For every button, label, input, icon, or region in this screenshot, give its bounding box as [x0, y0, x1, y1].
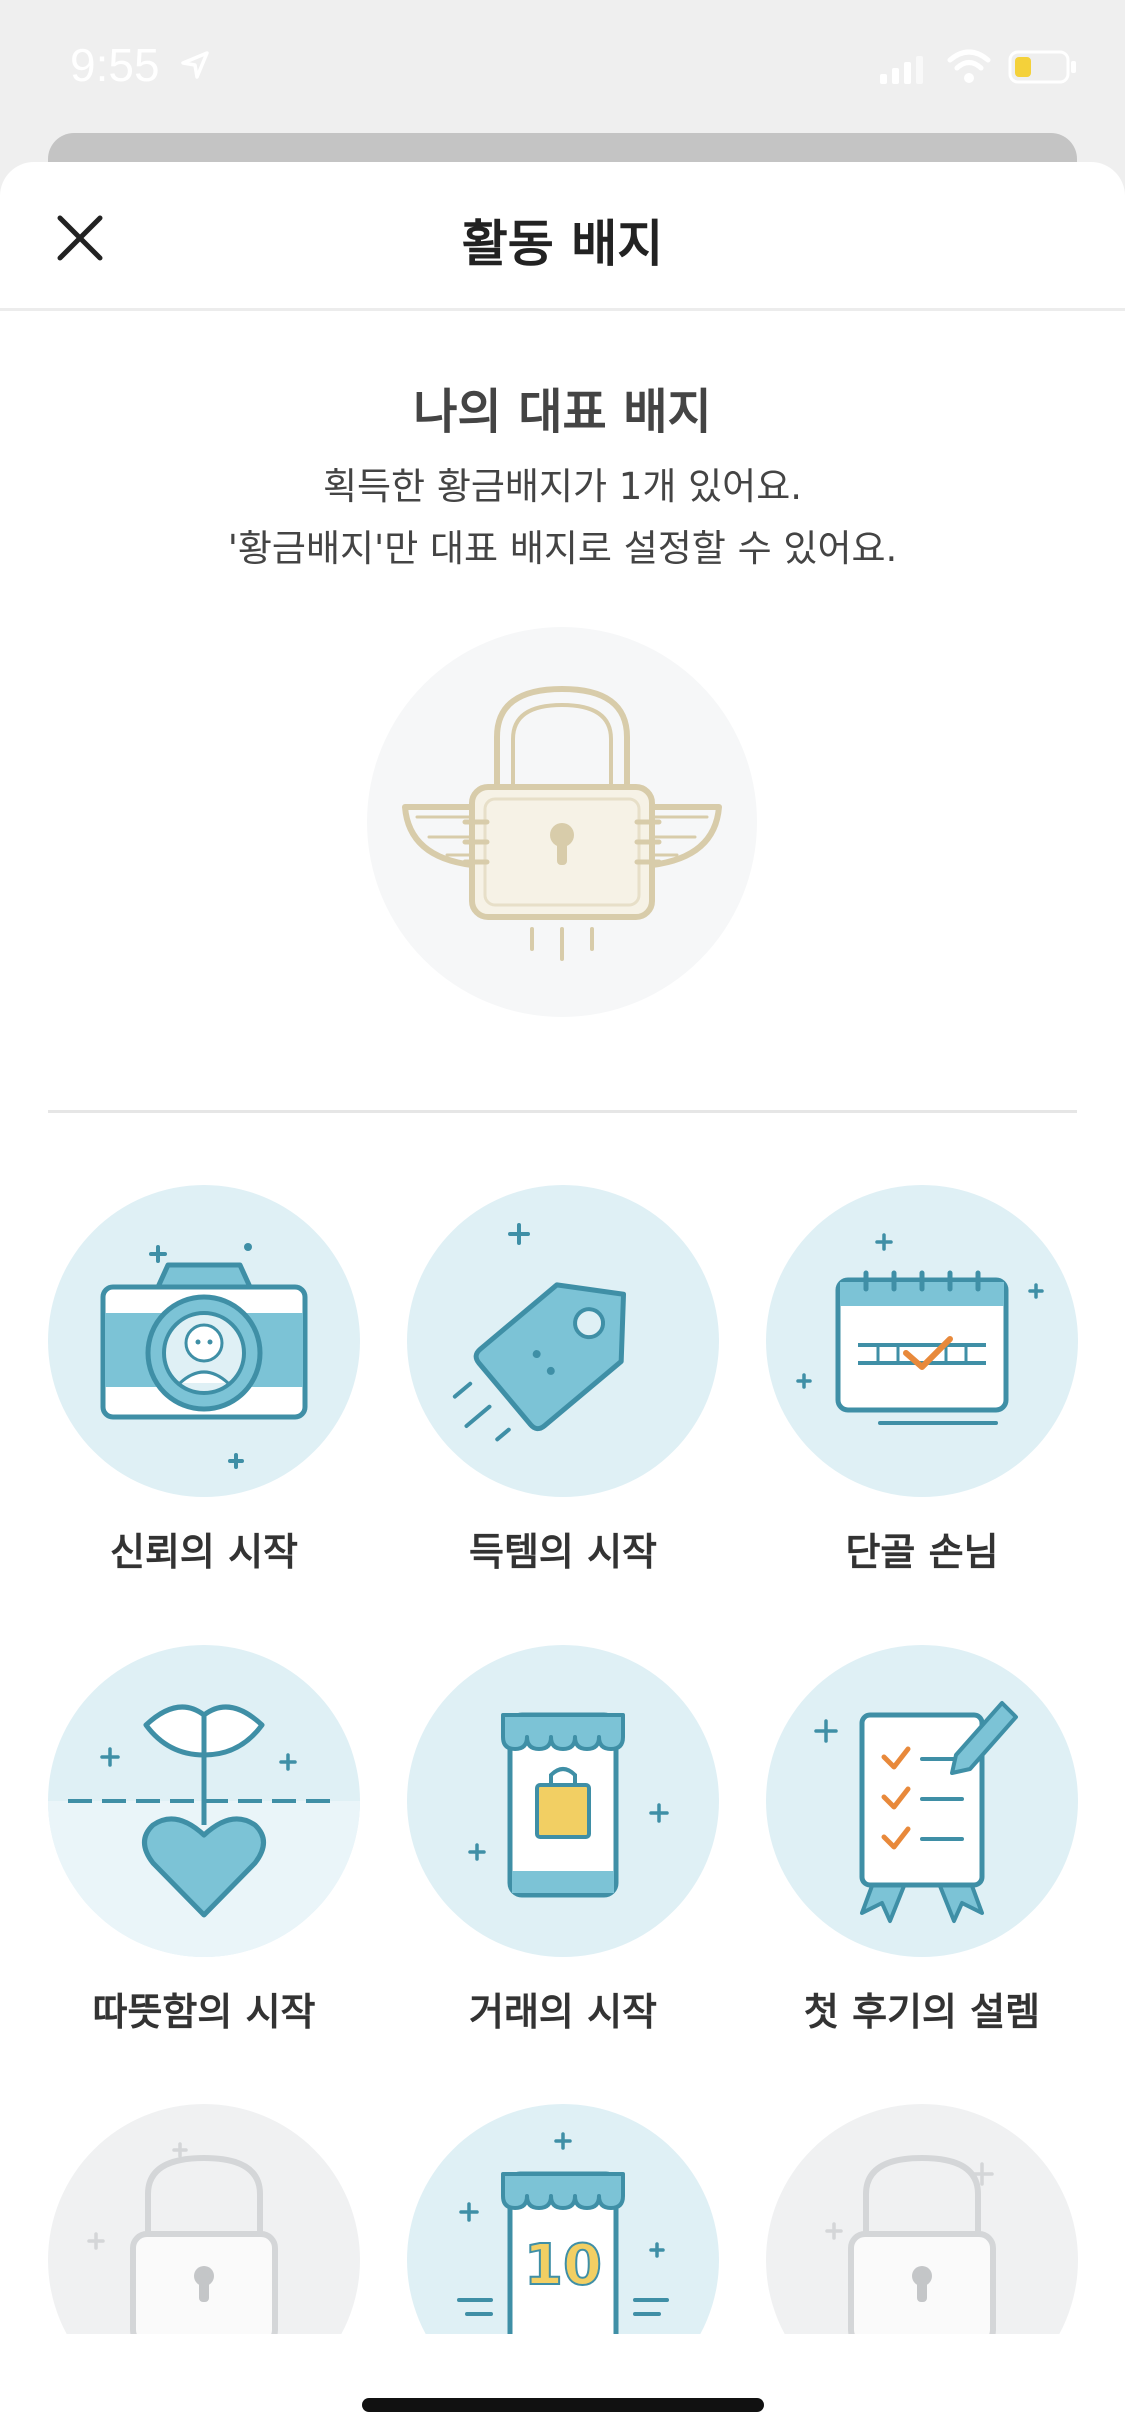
- page-title: 활동 배지: [461, 215, 664, 273]
- activity-badges-sheet: 활동 배지 나의 대표 배지 획득한 황금배지가 1개 있어요. '황금배지'만…: [0, 162, 1125, 2436]
- section-divider: [48, 1110, 1077, 1113]
- badge-label: 따뜻함의 시작: [92, 1990, 316, 2034]
- camera-icon: [48, 1185, 360, 1497]
- sprout-heart-icon: [48, 1645, 360, 1957]
- badge-label: 득템의 시작: [468, 1530, 658, 1574]
- signal-icon: [880, 56, 923, 84]
- svg-text:10: 10: [524, 2233, 602, 2298]
- winged-lock-icon[interactable]: [367, 627, 757, 1017]
- badge-trade-start[interactable]: 거래의 시작: [407, 1645, 719, 2036]
- badge-trust-start[interactable]: 신뢰의 시작: [48, 1185, 360, 1576]
- calendar-icon: [766, 1185, 1078, 1497]
- description-line-1: 획득한 황금배지가 1개 있어요.: [322, 465, 803, 508]
- nav-bar: 활동 배지: [0, 162, 1125, 311]
- review-checklist-icon: [766, 1645, 1078, 1957]
- location-arrow-icon: [181, 51, 209, 79]
- bottom-safe-area: [0, 2334, 1125, 2436]
- status-bar: 9:55: [0, 0, 1125, 135]
- home-indicator[interactable]: [362, 2398, 764, 2412]
- price-tag-icon: [407, 1185, 719, 1497]
- badge-label: 첫 후기의 설렘: [803, 1990, 1041, 2034]
- battery-icon: [1008, 50, 1076, 84]
- shop-phone-icon: [407, 1645, 719, 1957]
- representative-badge-title: 나의 대표 배지: [413, 384, 712, 440]
- status-time: 9:55: [70, 39, 160, 91]
- wifi-icon: [947, 49, 991, 83]
- badge-label: 거래의 시작: [468, 1990, 658, 2034]
- description-line-2: '황금배지'만 대표 배지로 설정할 수 있어요.: [227, 527, 898, 570]
- representative-badge-description: 획득한 황금배지가 1개 있어요. '황금배지'만 대표 배지로 설정할 수 있…: [0, 456, 1125, 580]
- badge-regular-customer[interactable]: 단골 손님: [766, 1185, 1078, 1576]
- badge-warmth-start[interactable]: 따뜻함의 시작: [48, 1645, 360, 2036]
- badge-deal-start[interactable]: 득템의 시작: [407, 1185, 719, 1576]
- badge-label: 단골 손님: [845, 1530, 999, 1574]
- badge-label: 신뢰의 시작: [109, 1530, 299, 1574]
- badge-first-review[interactable]: 첫 후기의 설렘: [766, 1645, 1078, 2036]
